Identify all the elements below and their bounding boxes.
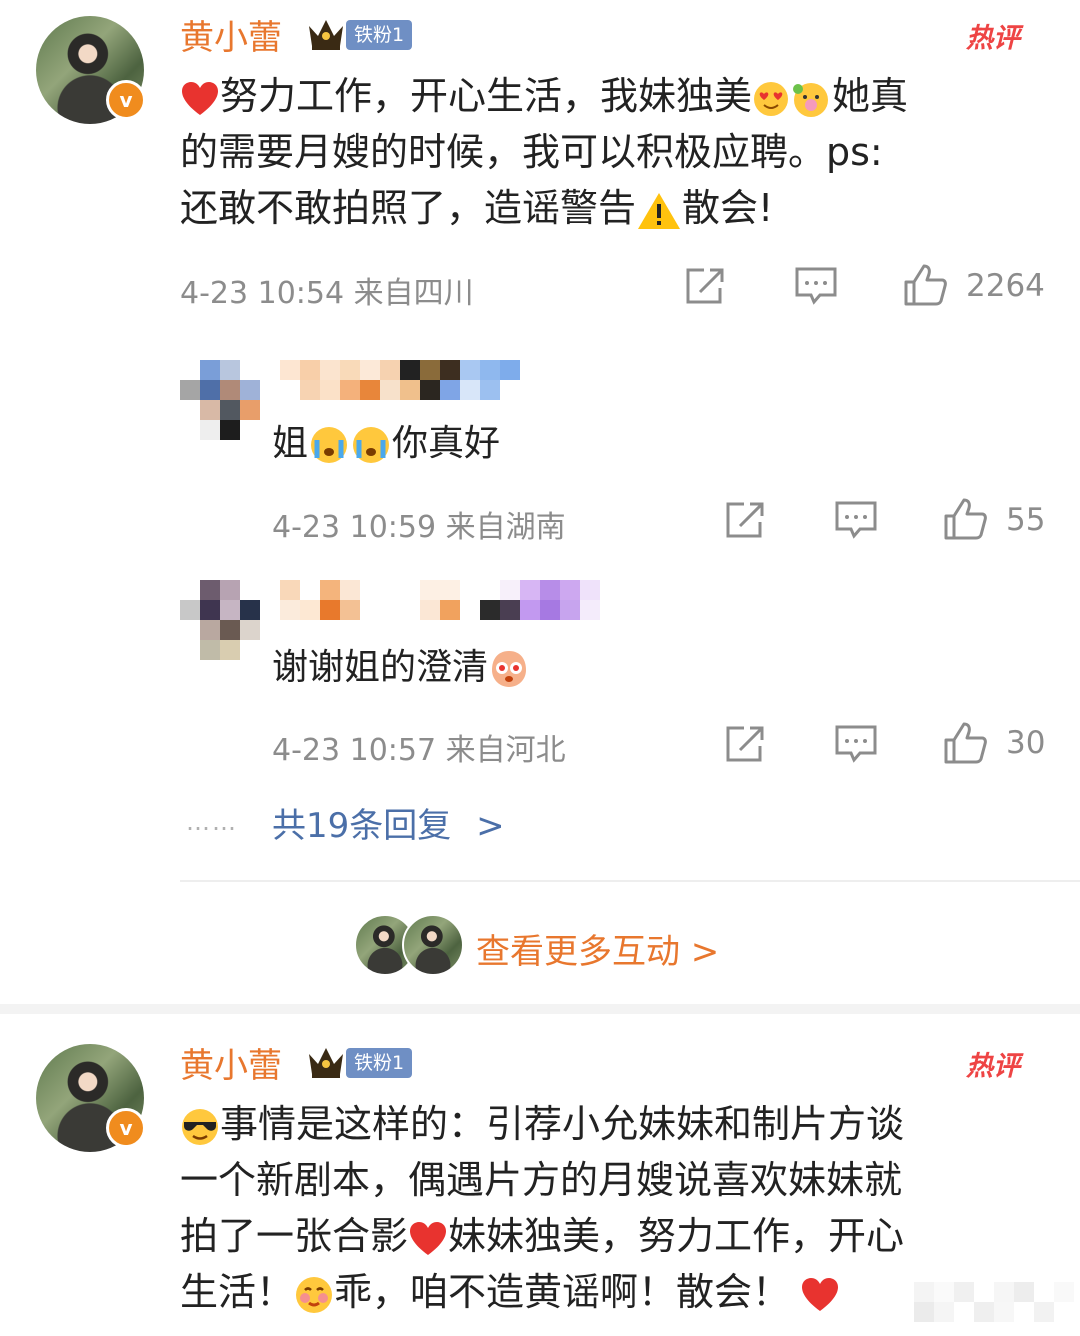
divider xyxy=(180,880,1080,882)
reply-username[interactable] xyxy=(280,360,520,400)
comment-text-line3b: 散会! xyxy=(682,186,774,230)
flower-emoji-icon xyxy=(793,82,829,117)
reply-text-part-a: 姐 xyxy=(272,423,309,464)
comment-icon[interactable] xyxy=(794,266,838,306)
warning-icon xyxy=(638,192,681,229)
sunglasses-emoji-icon xyxy=(182,1108,218,1145)
comment-text-line3a: 还敢不敢拍照了，造谣警告 xyxy=(180,186,637,230)
verified-badge: v xyxy=(106,80,146,120)
username[interactable]: 黄小蕾 xyxy=(180,10,282,59)
reply-meta: 4-23 10:59 来自湖南 xyxy=(272,510,566,545)
like-icon[interactable] xyxy=(942,720,988,766)
blushing-emoji-icon xyxy=(296,1276,333,1313)
starry-eyes-emoji-icon xyxy=(492,651,527,687)
comment-body: 努力工作，开心生活，我妹独美 她真 的需要月嫂的时候，我可以积极应聘。ps: 还敢… xyxy=(180,68,1040,236)
crown-icon xyxy=(309,20,343,50)
like-count: 30 xyxy=(1006,725,1046,761)
comment-icon[interactable] xyxy=(834,724,878,764)
avatar xyxy=(402,914,464,976)
username[interactable]: 黄小蕾 xyxy=(180,1038,282,1087)
heart-icon xyxy=(802,1277,839,1311)
reply-avatar[interactable] xyxy=(180,580,260,660)
like-icon[interactable] xyxy=(902,262,948,308)
chevron-right-icon: > xyxy=(476,806,505,846)
avatar[interactable]: v xyxy=(36,1044,146,1152)
more-replies-link[interactable]: 共19条回复 > xyxy=(272,798,505,847)
view-more-interactions-link[interactable]: 查看更多互动 > xyxy=(476,924,719,973)
comment-text-line4b: 乖，咱不造黄谣啊！散会！ xyxy=(334,1270,791,1314)
like-icon[interactable] xyxy=(942,496,988,542)
comment-text-line3a: 拍了一张合影 xyxy=(180,1214,409,1258)
comment-text-line2: 的需要月嫂的时候，我可以积极应聘。ps: xyxy=(180,130,883,174)
share-icon[interactable] xyxy=(684,266,728,306)
crown-icon xyxy=(309,1048,343,1078)
reply-meta: 4-23 10:57 来自河北 xyxy=(272,733,566,768)
reply-text-part-a: 谢谢姐的澄清 xyxy=(272,647,489,688)
heart-eyes-emoji-icon xyxy=(754,81,789,116)
fan-badge: 铁粉1 xyxy=(346,1048,413,1078)
ellipsis: …… xyxy=(186,808,238,836)
like-count: 2264 xyxy=(966,268,1045,304)
heart-icon xyxy=(182,81,218,115)
comment-text-line1: 努力工作，开心生活，我妹独美 xyxy=(220,74,753,118)
blurred-area xyxy=(914,1282,1074,1322)
reply-username[interactable] xyxy=(280,580,600,620)
reply-avatar[interactable] xyxy=(180,360,260,440)
verified-badge: v xyxy=(106,1108,146,1148)
comment-text-line3b: 妹妹独美，努力工作，开心 xyxy=(448,1214,905,1258)
section-divider xyxy=(0,1004,1080,1014)
reply-text-part-b: 你真好 xyxy=(392,423,501,464)
comment-icon[interactable] xyxy=(834,500,878,540)
reply-text: 谢谢姐的澄清 xyxy=(272,638,530,690)
heart-icon xyxy=(410,1221,447,1255)
share-icon[interactable] xyxy=(724,500,768,540)
crying-emoji-icon xyxy=(353,427,390,463)
more-replies-label: 共19条回复 xyxy=(272,806,452,846)
comment-text-line4a: 生活！ xyxy=(180,1270,295,1314)
comment-text-line1: 事情是这样的：引荐小允妹妹和制片方谈 xyxy=(220,1102,905,1146)
hot-comment-label: 热评 xyxy=(966,23,1020,54)
hot-comment-label: 热评 xyxy=(966,1051,1020,1082)
comment-meta: 4-23 10:54 来自四川 xyxy=(180,276,474,311)
share-icon[interactable] xyxy=(724,724,768,764)
comment-text-line2: 一个新剧本，偶遇片方的月嫂说喜欢妹妹就 xyxy=(180,1158,903,1202)
reply-text: 姐 你真好 xyxy=(272,414,500,466)
like-count: 55 xyxy=(1006,502,1046,538)
crying-emoji-icon xyxy=(311,427,348,463)
fan-badge: 铁粉1 xyxy=(346,20,413,50)
comment-text-line1b: 她真 xyxy=(832,74,909,118)
avatar[interactable]: v xyxy=(36,16,146,124)
